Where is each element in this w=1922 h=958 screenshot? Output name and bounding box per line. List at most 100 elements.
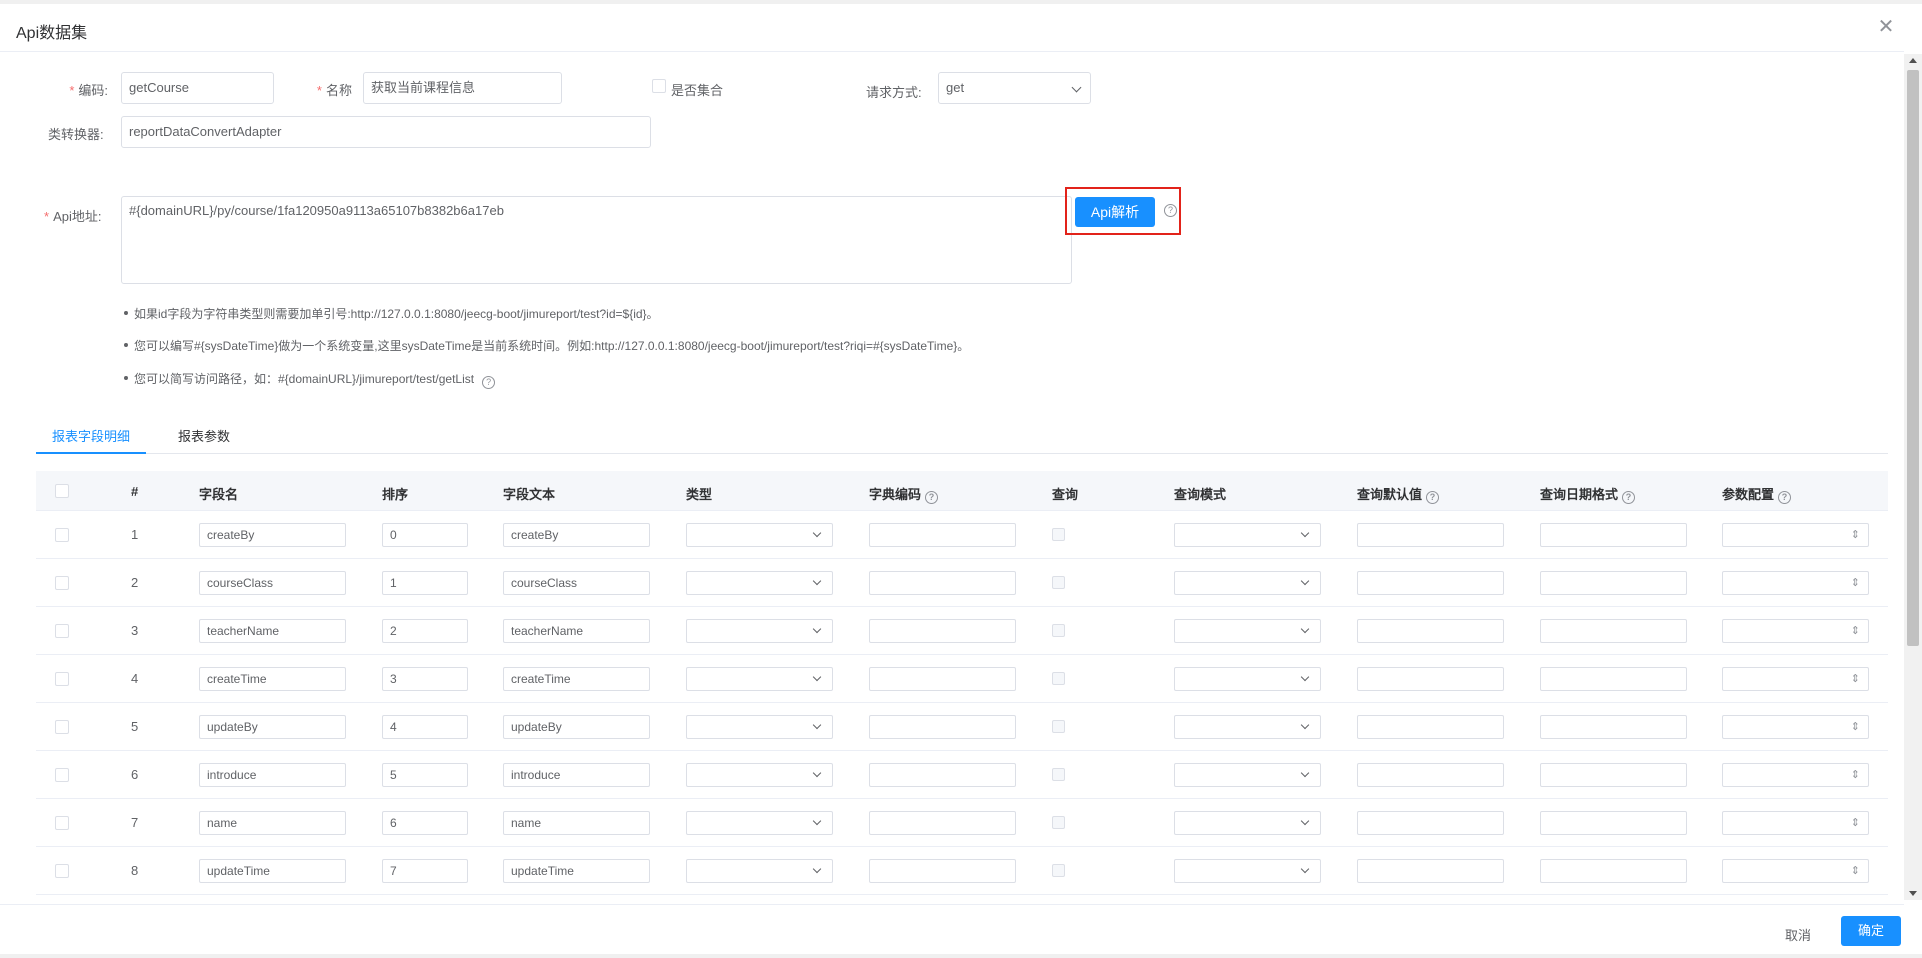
help-icon[interactable]: ? <box>1426 491 1440 504</box>
request-method-select[interactable]: get <box>938 72 1091 104</box>
query-default-input[interactable] <box>1357 859 1504 883</box>
type-select[interactable] <box>686 619 833 643</box>
dict-code-input[interactable] <box>869 715 1016 739</box>
type-select[interactable] <box>686 523 833 547</box>
type-select[interactable] <box>686 571 833 595</box>
query-default-input[interactable] <box>1357 763 1504 787</box>
order-input[interactable]: 0 <box>382 523 468 547</box>
param-config-input[interactable]: ⇕ <box>1722 571 1869 595</box>
expand-icon[interactable]: ⇕ <box>1851 769 1860 781</box>
param-config-input[interactable]: ⇕ <box>1722 859 1869 883</box>
row-checkbox[interactable] <box>55 816 69 830</box>
order-input[interactable]: 4 <box>382 715 468 739</box>
query-mode-select[interactable] <box>1174 715 1321 739</box>
help-icon[interactable]: ? <box>925 491 939 504</box>
query-default-input[interactable] <box>1357 667 1504 691</box>
code-input[interactable]: getCourse <box>121 72 274 104</box>
param-config-input[interactable]: ⇕ <box>1722 667 1869 691</box>
query-mode-select[interactable] <box>1174 667 1321 691</box>
row-checkbox[interactable] <box>55 720 69 734</box>
query-mode-select[interactable] <box>1174 523 1321 547</box>
query-date-format-input[interactable] <box>1540 571 1687 595</box>
field-name-input[interactable]: teacherName <box>199 619 346 643</box>
expand-icon[interactable]: ⇕ <box>1851 817 1860 829</box>
field-text-input[interactable]: teacherName <box>503 619 650 643</box>
dict-code-input[interactable] <box>869 763 1016 787</box>
expand-icon[interactable]: ⇕ <box>1851 577 1860 589</box>
help-icon[interactable]: ? <box>1778 491 1792 504</box>
field-name-input[interactable]: updateTime <box>199 859 346 883</box>
param-config-input[interactable]: ⇕ <box>1722 523 1869 547</box>
param-config-input[interactable]: ⇕ <box>1722 763 1869 787</box>
dict-code-input[interactable] <box>869 859 1016 883</box>
param-config-input[interactable]: ⇕ <box>1722 619 1869 643</box>
row-checkbox[interactable] <box>55 768 69 782</box>
row-checkbox[interactable] <box>55 672 69 686</box>
expand-icon[interactable]: ⇕ <box>1851 865 1860 877</box>
field-text-input[interactable]: createTime <box>503 667 650 691</box>
field-name-input[interactable]: introduce <box>199 763 346 787</box>
query-default-input[interactable] <box>1357 523 1504 547</box>
help-icon[interactable]: ? <box>1164 204 1177 217</box>
row-checkbox[interactable] <box>55 576 69 590</box>
confirm-button[interactable]: 确定 <box>1841 916 1901 946</box>
query-mode-select[interactable] <box>1174 763 1321 787</box>
scroll-down-icon[interactable] <box>1909 891 1917 896</box>
query-default-input[interactable] <box>1357 571 1504 595</box>
field-text-input[interactable]: name <box>503 811 650 835</box>
scrollbar-thumb[interactable] <box>1907 70 1919 646</box>
query-date-format-input[interactable] <box>1540 667 1687 691</box>
field-name-input[interactable]: createTime <box>199 667 346 691</box>
query-date-format-input[interactable] <box>1540 715 1687 739</box>
close-icon[interactable]: ✕ <box>1876 17 1896 37</box>
query-checkbox[interactable] <box>1052 864 1065 877</box>
type-select[interactable] <box>686 859 833 883</box>
field-text-input[interactable]: updateTime <box>503 859 650 883</box>
converter-input[interactable]: reportDataConvertAdapter <box>121 116 651 148</box>
order-input[interactable]: 3 <box>382 667 468 691</box>
tab-field-details[interactable]: 报表字段明细 <box>52 426 130 445</box>
query-checkbox[interactable] <box>1052 768 1065 781</box>
param-config-input[interactable]: ⇕ <box>1722 811 1869 835</box>
query-checkbox[interactable] <box>1052 528 1065 541</box>
dict-code-input[interactable] <box>869 571 1016 595</box>
row-checkbox[interactable] <box>55 864 69 878</box>
type-select[interactable] <box>686 763 833 787</box>
query-date-format-input[interactable] <box>1540 763 1687 787</box>
dict-code-input[interactable] <box>869 523 1016 547</box>
dict-code-input[interactable] <box>869 811 1016 835</box>
query-date-format-input[interactable] <box>1540 859 1687 883</box>
query-default-input[interactable] <box>1357 811 1504 835</box>
query-mode-select[interactable] <box>1174 571 1321 595</box>
query-checkbox[interactable] <box>1052 576 1065 589</box>
type-select[interactable] <box>686 715 833 739</box>
help-icon[interactable]: ? <box>1622 491 1636 504</box>
query-mode-select[interactable] <box>1174 859 1321 883</box>
expand-icon[interactable]: ⇕ <box>1851 721 1860 733</box>
order-input[interactable]: 5 <box>382 763 468 787</box>
field-text-input[interactable]: updateBy <box>503 715 650 739</box>
dict-code-input[interactable] <box>869 619 1016 643</box>
expand-icon[interactable]: ⇕ <box>1851 625 1860 637</box>
type-select[interactable] <box>686 811 833 835</box>
query-checkbox[interactable] <box>1052 720 1065 733</box>
api-url-textarea[interactable]: #{domainURL}/py/course/1fa120950a9113a65… <box>121 196 1072 284</box>
expand-icon[interactable]: ⇕ <box>1851 673 1860 685</box>
order-input[interactable]: 1 <box>382 571 468 595</box>
row-checkbox[interactable] <box>55 624 69 638</box>
is-collection-checkbox[interactable] <box>652 79 666 93</box>
vertical-scrollbar[interactable] <box>1904 54 1922 900</box>
tab-report-params[interactable]: 报表参数 <box>178 426 230 445</box>
query-checkbox[interactable] <box>1052 816 1065 829</box>
order-input[interactable]: 6 <box>382 811 468 835</box>
order-input[interactable]: 2 <box>382 619 468 643</box>
field-name-input[interactable]: createBy <box>199 523 346 547</box>
select-all-checkbox[interactable] <box>55 484 69 498</box>
field-name-input[interactable]: courseClass <box>199 571 346 595</box>
api-parse-button[interactable]: Api解析 <box>1075 197 1155 227</box>
query-default-input[interactable] <box>1357 619 1504 643</box>
query-date-format-input[interactable] <box>1540 811 1687 835</box>
field-text-input[interactable]: introduce <box>503 763 650 787</box>
row-checkbox[interactable] <box>55 528 69 542</box>
param-config-input[interactable]: ⇕ <box>1722 715 1869 739</box>
